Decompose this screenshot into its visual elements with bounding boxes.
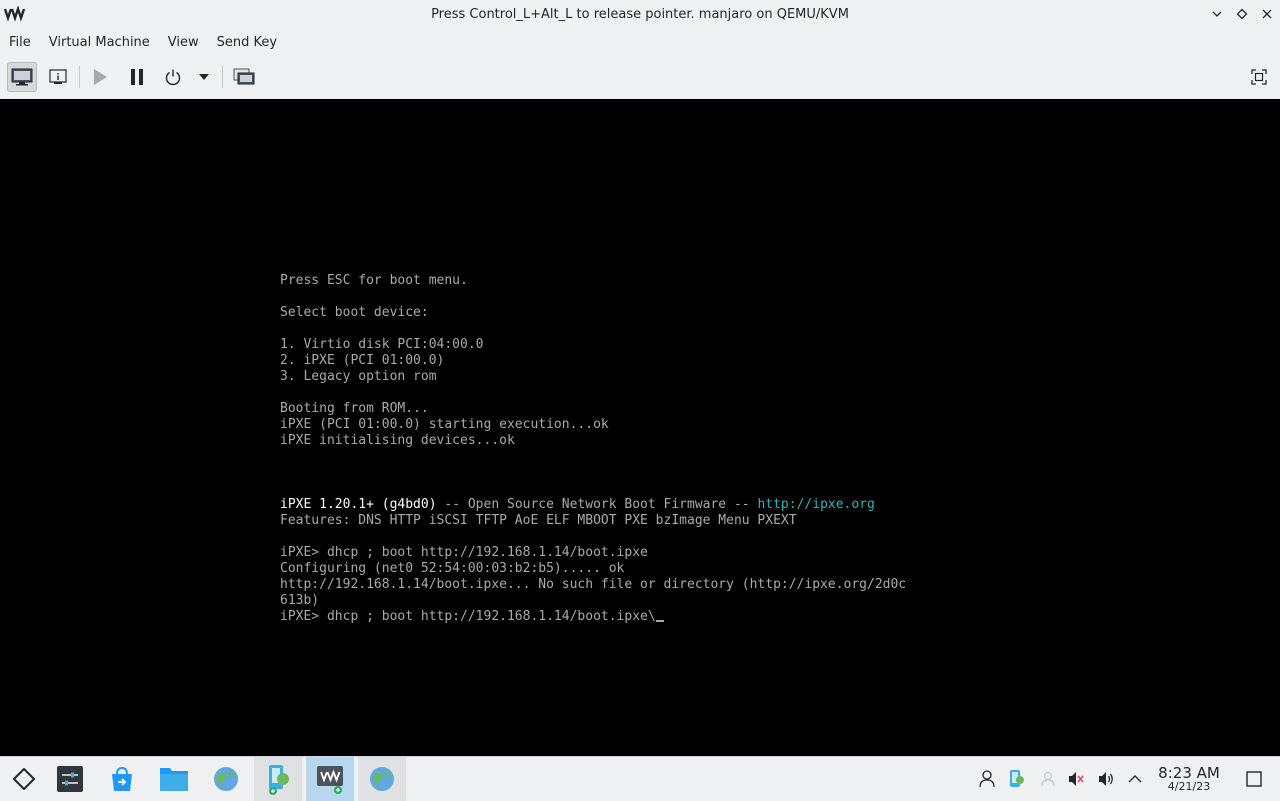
console-line: 2. iPXE (PCI 01:00.0) [280, 353, 445, 368]
shutdown-menu-button[interactable] [190, 62, 218, 92]
menu-file[interactable]: File [0, 30, 40, 56]
toolbar [0, 56, 1280, 99]
mute-icon[interactable] [1066, 769, 1086, 789]
taskbar-network-app[interactable] [254, 757, 302, 801]
maximize-icon[interactable] [1234, 6, 1250, 22]
console-line: 1. Virtio disk PCI:04:00.0 [280, 337, 484, 352]
shutdown-button[interactable] [158, 62, 188, 92]
console-view-button[interactable] [7, 62, 37, 92]
chevron-down-icon [199, 74, 209, 80]
pause-icon [131, 69, 143, 85]
taskbar-web-browser[interactable] [202, 757, 250, 801]
menu-view[interactable]: View [159, 30, 208, 56]
vm-display[interactable]: Press ESC for boot menu. Select boot dev… [0, 99, 1280, 756]
virt-manager-icon [317, 766, 343, 794]
pause-button[interactable] [122, 62, 152, 92]
taskbar-virt-manager[interactable] [306, 757, 354, 801]
console-icon [11, 68, 33, 86]
console-line: Configuring (net0 52:54:00:03:b2:b5)....… [280, 561, 625, 576]
run-icon [94, 69, 107, 85]
taskbar-file-manager[interactable] [150, 757, 198, 801]
web-browser-window-icon [370, 767, 394, 791]
console-line: Booting from ROM... [280, 401, 429, 416]
file-manager-icon [160, 768, 188, 791]
volume-icon[interactable] [1096, 769, 1116, 789]
taskbar-system-settings[interactable] [46, 757, 94, 801]
toolbar-separator [79, 66, 80, 88]
console-line: Press ESC for boot menu. [280, 273, 468, 288]
show-desktop-icon[interactable] [1244, 769, 1264, 789]
details-icon [49, 69, 67, 84]
console-line: iPXE> dhcp ; boot http://192.168.1.14/bo… [280, 545, 648, 560]
snapshots-button[interactable] [229, 62, 259, 92]
window-titlebar[interactable]: Press Control_L+Alt_L to release pointer… [0, 0, 1280, 30]
minimize-icon[interactable] [1209, 6, 1225, 22]
boot-console-text: Press ESC for boot menu. Select boot dev… [280, 273, 906, 625]
network-icon[interactable] [1006, 769, 1026, 789]
console-line: 3. Legacy option rom [280, 369, 437, 384]
text-cursor [655, 620, 664, 622]
console-line: iPXE initialising devices...ok [280, 433, 515, 448]
chevron-up-icon[interactable] [1125, 769, 1145, 789]
network-manager-app-icon [269, 765, 289, 795]
taskbar-web-browser-window[interactable] [358, 757, 406, 801]
taskbar-discover[interactable] [98, 757, 146, 801]
display-icon[interactable] [1038, 769, 1058, 789]
console-line: Features: DNS HTTP iSCSI TFTP AoE ELF MB… [280, 513, 797, 528]
system-settings-icon [57, 766, 83, 792]
details-view-button[interactable] [43, 62, 73, 92]
taskbar [0, 756, 1280, 801]
fullscreen-button[interactable] [1244, 62, 1274, 92]
menu-virtual-machine[interactable]: Virtual Machine [40, 30, 159, 56]
discover-store-icon [112, 766, 132, 791]
user-icon[interactable] [977, 769, 997, 789]
application-launcher-icon [13, 768, 35, 790]
ipxe-link: http://ipxe.org [757, 497, 875, 512]
fullscreen-icon [1251, 69, 1267, 85]
menu-send-key[interactable]: Send Key [208, 30, 286, 56]
console-prompt: iPXE> dhcp ; boot http://192.168.1.14/bo… [280, 609, 656, 624]
menu-bar: File Virtual Machine View Send Key [0, 30, 1280, 56]
application-launcher[interactable] [0, 757, 48, 801]
ipxe-version: iPXE 1.20.1+ (g4bd0) [280, 497, 437, 512]
console-line: http://192.168.1.14/boot.ipxe... No such… [280, 577, 907, 592]
console-line: Select boot device: [280, 305, 429, 320]
snapshots-icon [233, 68, 255, 85]
power-icon [165, 69, 181, 86]
ipxe-banner: -- Open Source Network Boot Firmware -- [436, 497, 758, 512]
toolbar-separator [222, 66, 223, 88]
clock-date[interactable]: 4/21/23 [1154, 780, 1224, 793]
console-line: 613b) [280, 593, 320, 608]
web-browser-icon [214, 767, 238, 791]
close-icon[interactable] [1259, 6, 1275, 22]
run-button[interactable] [85, 62, 115, 92]
window-title: Press Control_L+Alt_L to release pointer… [431, 7, 849, 22]
console-line: iPXE (PCI 01:00.0) starting execution...… [280, 417, 609, 432]
